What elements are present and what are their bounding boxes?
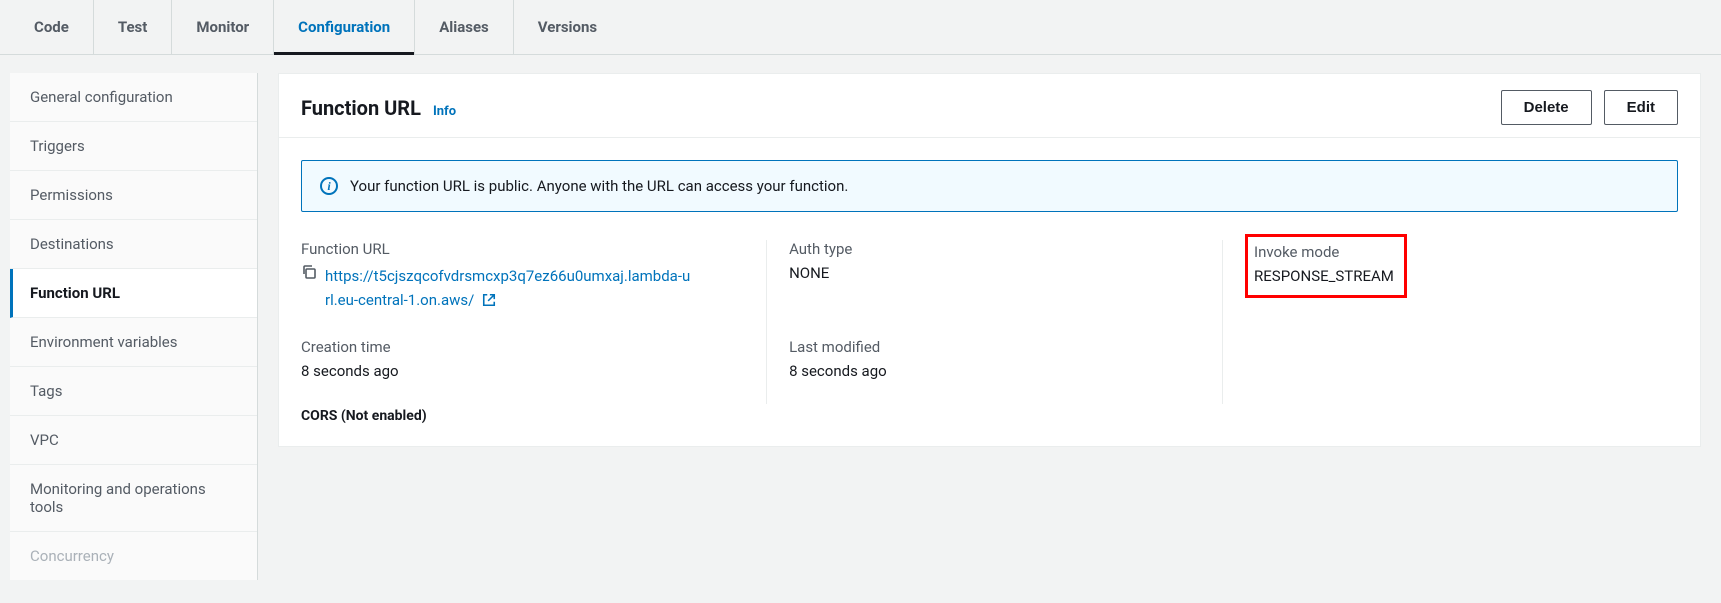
function-url-link[interactable]: https://t5cjszqcofvdrsmcxp3q7ez66u0umxaj… (325, 264, 695, 314)
auth-type-label: Auth type (789, 240, 1222, 258)
tab-monitor[interactable]: Monitor (172, 0, 274, 54)
auth-type-value: NONE (789, 264, 1222, 282)
info-link[interactable]: Info (433, 104, 456, 119)
function-url-label: Function URL (301, 240, 766, 258)
sidebar-item-tags[interactable]: Tags (10, 367, 257, 416)
top-tabs: Code Test Monitor Configuration Aliases … (0, 0, 1721, 55)
delete-button[interactable]: Delete (1501, 90, 1592, 125)
tab-aliases[interactable]: Aliases (415, 0, 514, 54)
sidebar-item-concurrency[interactable]: Concurrency (10, 532, 257, 580)
tab-code[interactable]: Code (10, 0, 94, 54)
cors-status: CORS (Not enabled) (301, 404, 1678, 424)
edit-button[interactable]: Edit (1604, 90, 1678, 125)
creation-time-label: Creation time (301, 338, 766, 356)
sidebar-item-function-url[interactable]: Function URL (10, 269, 257, 318)
config-sidebar: General configuration Triggers Permissio… (10, 73, 258, 580)
external-link-icon[interactable] (482, 290, 496, 314)
creation-time-value: 8 seconds ago (301, 362, 766, 380)
last-modified-value: 8 seconds ago (789, 362, 1222, 380)
sidebar-item-monitoring-tools[interactable]: Monitoring and operations tools (10, 465, 257, 532)
tab-configuration[interactable]: Configuration (274, 0, 415, 54)
sidebar-item-destinations[interactable]: Destinations (10, 220, 257, 269)
tab-test[interactable]: Test (94, 0, 173, 54)
invoke-mode-label: Invoke mode (1254, 243, 1394, 261)
copy-icon[interactable] (301, 264, 317, 284)
last-modified-label: Last modified (789, 338, 1222, 356)
info-icon: i (320, 177, 338, 195)
sidebar-item-env-vars[interactable]: Environment variables (10, 318, 257, 367)
tab-versions[interactable]: Versions (514, 0, 621, 54)
main-panel: Function URL Info Delete Edit i Your fun… (278, 73, 1701, 447)
public-url-alert: i Your function URL is public. Anyone wi… (301, 160, 1678, 212)
sidebar-item-general[interactable]: General configuration (10, 73, 257, 122)
alert-text: Your function URL is public. Anyone with… (350, 177, 848, 195)
sidebar-item-permissions[interactable]: Permissions (10, 171, 257, 220)
panel-title: Function URL (301, 96, 421, 120)
invoke-mode-value: RESPONSE_STREAM (1254, 267, 1394, 285)
sidebar-item-triggers[interactable]: Triggers (10, 122, 257, 171)
sidebar-item-vpc[interactable]: VPC (10, 416, 257, 465)
invoke-mode-highlight: Invoke mode RESPONSE_STREAM (1245, 234, 1407, 298)
